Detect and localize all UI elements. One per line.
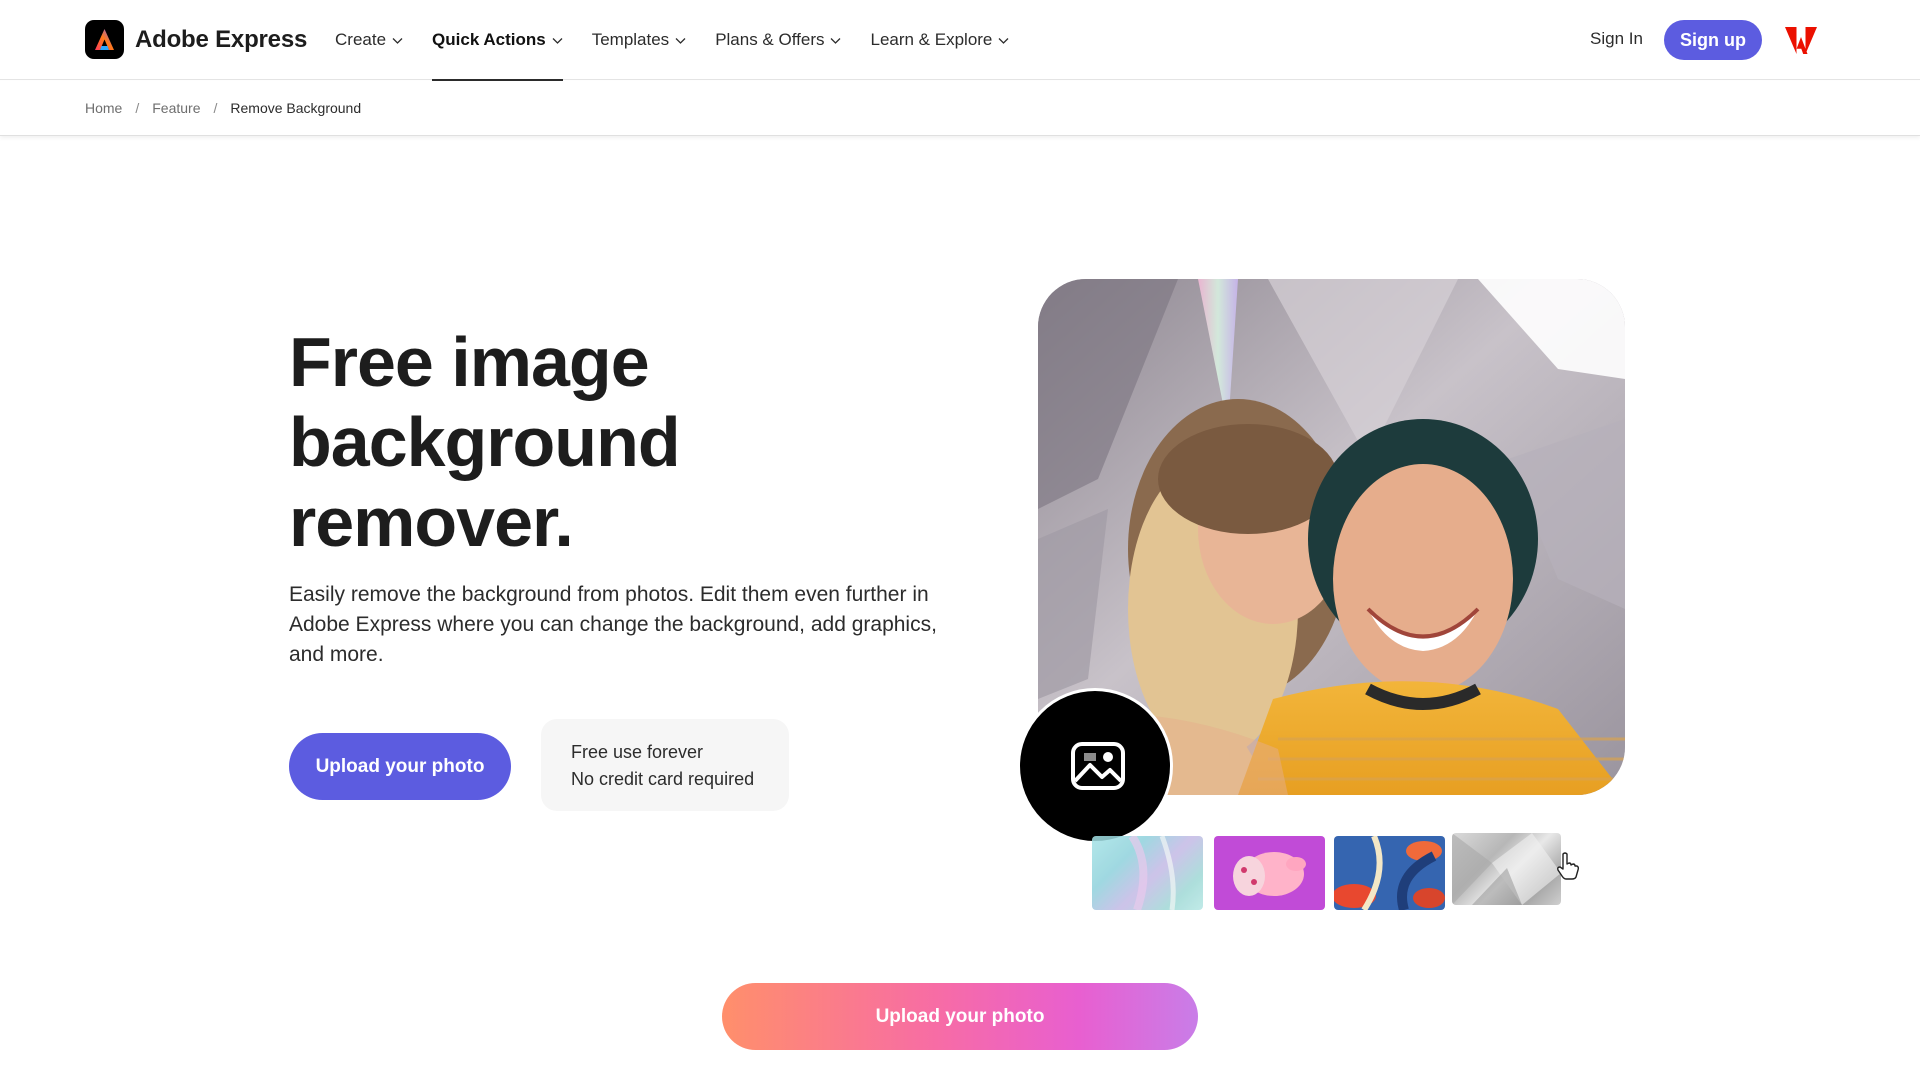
page-title: Free image background remover.	[289, 322, 849, 562]
chevron-down-icon	[675, 37, 686, 44]
background-option-holographic[interactable]	[1092, 836, 1203, 910]
nav-plans-offers-label: Plans & Offers	[715, 30, 825, 49]
nav-plans-offers[interactable]: Plans & Offers	[715, 0, 841, 80]
adobe-express-logo-link[interactable]: Adobe Express	[85, 20, 307, 59]
brand-name: Adobe Express	[135, 25, 308, 53]
nav-templates-label: Templates	[591, 30, 670, 49]
free-use-note: Free use forever No credit card required	[541, 719, 789, 811]
no-credit-card-line: No credit card required	[571, 769, 755, 789]
background-option-silver-crystal[interactable]	[1452, 833, 1561, 905]
nav-create-label: Create	[335, 30, 387, 49]
nav-create[interactable]: Create	[335, 0, 403, 80]
free-use-line: Free use forever	[571, 742, 704, 762]
breadcrumb-feature[interactable]: Feature	[152, 100, 200, 116]
breadcrumb-separator: /	[135, 100, 140, 116]
page-title-line: Free image	[289, 323, 650, 401]
adobe-logo-icon[interactable]	[1785, 27, 1817, 54]
breadcrumb: Home / Feature / Remove Background	[85, 100, 361, 116]
background-option-tropical-flowers[interactable]	[1334, 836, 1445, 910]
hand-cursor-icon	[1557, 852, 1580, 880]
nav-learn-explore-label: Learn & Explore	[870, 30, 993, 49]
sign-in-link[interactable]: Sign In	[1590, 29, 1643, 49]
adobe-express-logo-icon	[85, 20, 124, 59]
nav-templates[interactable]: Templates	[592, 0, 686, 80]
breadcrumb-current: Remove Background	[230, 100, 362, 116]
hero-description: Easily remove the background from photos…	[289, 583, 937, 666]
chevron-down-icon	[552, 37, 563, 44]
nav-quick-actions-label: Quick Actions	[432, 30, 546, 49]
nav-learn-explore[interactable]: Learn & Explore	[870, 0, 1009, 80]
site-header: Adobe Express Create Quick Actions Templ…	[0, 0, 1920, 81]
breadcrumb-bar: Home / Feature / Remove Background	[0, 81, 1920, 136]
chevron-down-icon	[998, 37, 1009, 44]
upload-photo-button[interactable]: Upload your photo	[289, 733, 511, 800]
upload-photo-cta-button[interactable]: Upload your photo	[722, 983, 1198, 1050]
chevron-down-icon	[392, 37, 403, 44]
background-option-pink-character[interactable]	[1214, 836, 1325, 910]
image-icon	[1071, 742, 1125, 790]
page-title-line: remover.	[289, 483, 574, 561]
page-title-line: background	[289, 403, 681, 481]
breadcrumb-home[interactable]: Home	[85, 100, 122, 116]
nav-quick-actions[interactable]: Quick Actions	[432, 0, 563, 81]
breadcrumb-separator: /	[213, 100, 218, 116]
main-nav: Create Quick Actions Templates Plans & O…	[335, 0, 1038, 81]
upload-image-button[interactable]	[1017, 688, 1173, 844]
chevron-down-icon	[831, 37, 841, 44]
sign-up-button[interactable]: Sign up	[1664, 20, 1762, 60]
